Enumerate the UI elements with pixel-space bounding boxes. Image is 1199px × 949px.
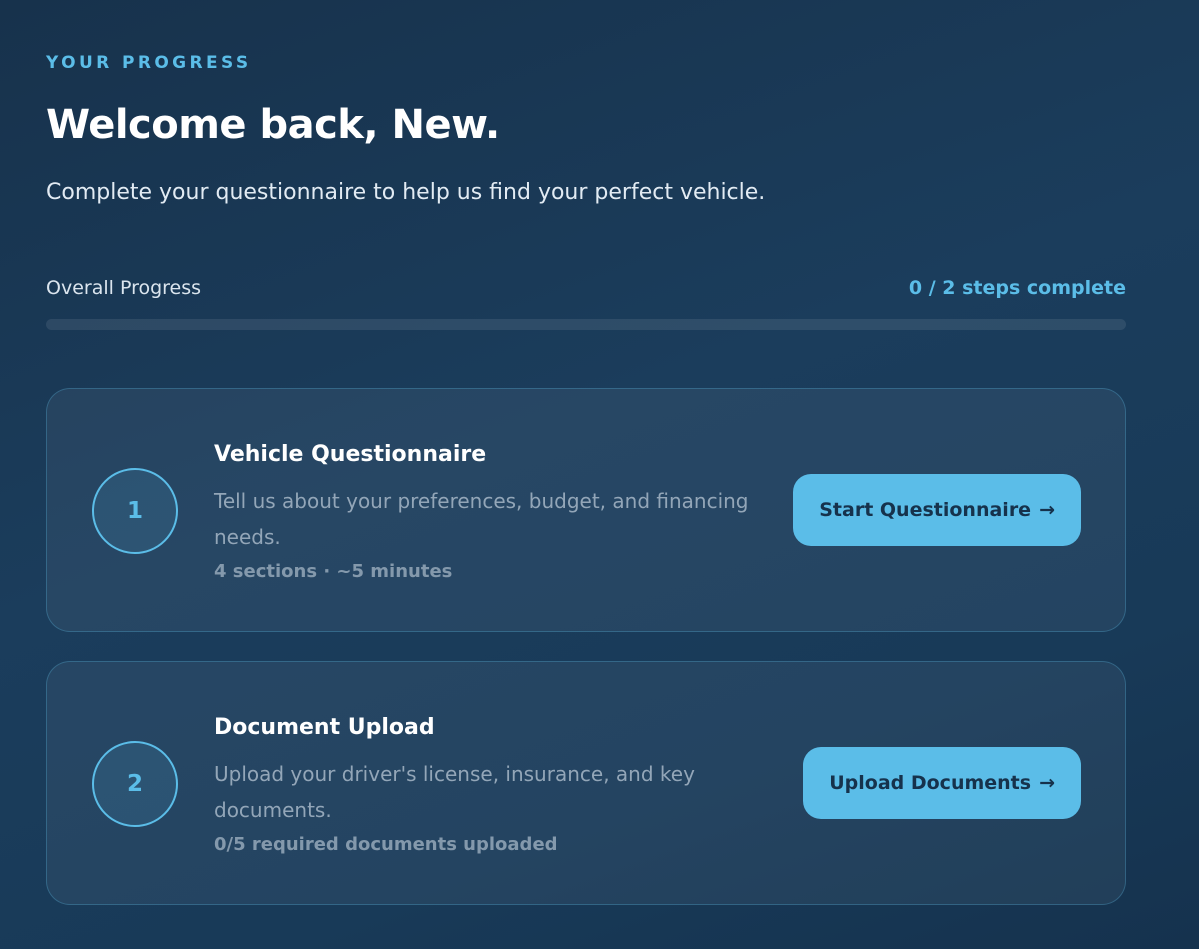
step-card-vehicle-questionnaire: 1 Vehicle Questionnaire Tell us about yo… — [46, 388, 1126, 632]
button-label: Upload Documents — [829, 772, 1032, 794]
steps-complete-count: 0 / 2 steps complete — [908, 277, 1126, 299]
arrow-right-icon: → — [1039, 772, 1055, 794]
overall-progress-label: Overall Progress — [46, 277, 202, 299]
start-questionnaire-button[interactable]: Start Questionnaire → — [793, 474, 1081, 546]
page-title: Welcome back, New. — [46, 102, 500, 148]
upload-documents-button[interactable]: Upload Documents → — [803, 747, 1081, 819]
step-description: Upload your driver's license, insurance,… — [214, 762, 695, 822]
step-number-badge: 2 — [92, 741, 178, 827]
step-card-document-upload: 2 Document Upload Upload your driver's l… — [46, 661, 1126, 905]
overall-progress-bar — [46, 319, 1126, 330]
step-title: Document Upload — [214, 715, 435, 740]
step-meta: 0/5 required documents uploaded — [214, 834, 558, 855]
arrow-right-icon: → — [1039, 499, 1055, 521]
step-title: Vehicle Questionnaire — [214, 442, 487, 467]
page-subtitle: Complete your questionnaire to help us f… — [46, 180, 766, 205]
step-number-badge: 1 — [92, 468, 178, 554]
step-meta: 4 sections · ~5 minutes — [214, 561, 453, 582]
step-description: Tell us about your preferences, budget, … — [214, 489, 749, 549]
overall-progress-header: Overall Progress 0 / 2 steps complete — [46, 277, 1126, 303]
button-label: Start Questionnaire — [819, 499, 1032, 521]
section-eyebrow: YOUR PROGRESS — [46, 53, 252, 73]
